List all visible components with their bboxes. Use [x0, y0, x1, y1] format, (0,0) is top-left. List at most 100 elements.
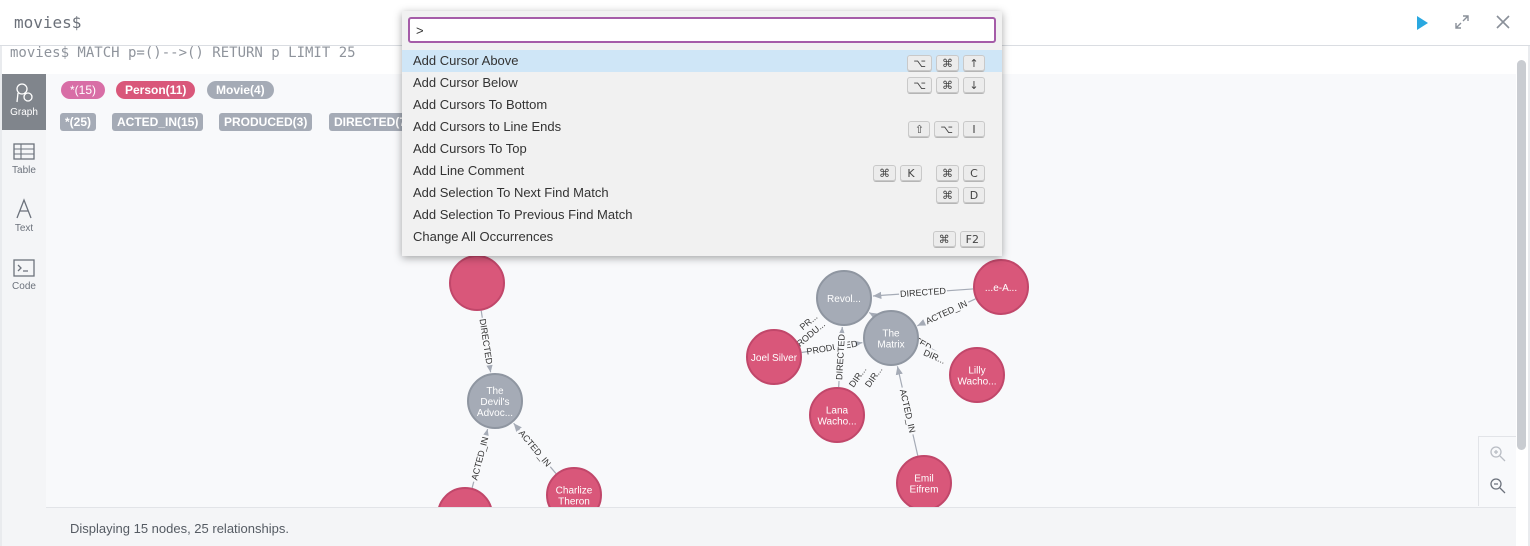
expand-icon[interactable]: [1454, 14, 1470, 30]
rel-tag-acted-in[interactable]: ACTED_IN(15): [112, 113, 204, 131]
shortcut-key: K: [900, 165, 922, 182]
graph-node-person[interactable]: Al Pacino: [438, 487, 492, 507]
command-label: Add Selection To Previous Find Match: [413, 207, 633, 222]
graph-node-person[interactable]: CharlizeTheron: [546, 467, 602, 507]
node-caption: Lilly: [968, 366, 985, 377]
shortcut-key: I: [963, 121, 985, 138]
shortcut-key: ⌘: [936, 187, 959, 204]
label-pill-person[interactable]: Person(11): [116, 81, 196, 99]
status-bar: Displaying 15 nodes, 25 relationships.: [46, 507, 1516, 546]
command-palette-item[interactable]: Add Line Comment ⌘ K ⌘ C: [402, 160, 1002, 182]
command-label: Add Selection To Next Find Match: [413, 185, 609, 200]
code-icon: [13, 259, 35, 277]
view-code[interactable]: Code: [2, 250, 46, 306]
graph-node-movie[interactable]: Revol...: [816, 270, 872, 326]
command-palette-item[interactable]: Add Cursors To Bottom: [402, 94, 1002, 116]
relationship-label: ACTED_IN: [517, 428, 553, 469]
graph-node-person[interactable]: EmilEifrem: [896, 455, 952, 507]
relationship-edge[interactable]: ACTED_IN: [467, 428, 492, 489]
rel-tag-produced[interactable]: PRODUCED(3): [219, 113, 313, 131]
graph-node-person[interactable]: LillyWacho...: [949, 347, 1005, 403]
node-circle[interactable]: [449, 255, 505, 311]
graph-node-person[interactable]: LanaWacho...: [809, 387, 865, 443]
keyboard-shortcut: ⇧ ⌥ I: [904, 118, 985, 138]
relationship-edge[interactable]: DIRECTED: [476, 310, 496, 373]
command-label: Add Line Comment: [413, 163, 525, 178]
zoom-in-icon[interactable]: [1489, 445, 1507, 463]
command-palette-item[interactable]: Add Selection To Previous Find Match: [402, 204, 1002, 226]
shortcut-key: ⌥: [934, 121, 959, 138]
play-icon[interactable]: [1414, 15, 1430, 31]
view-table[interactable]: Table: [2, 134, 46, 190]
editor-prompt[interactable]: movies$: [14, 13, 81, 32]
zoom-out-icon[interactable]: [1489, 477, 1507, 495]
shortcut-key: F2: [959, 231, 985, 248]
command-palette-item[interactable]: Add Cursors to Line Ends ⇧ ⌥ I: [402, 116, 1002, 138]
graph-node-person[interactable]: Joel Silver: [746, 329, 802, 385]
command-palette-item[interactable]: Add Selection To Next Find Match ⌘ D: [402, 182, 1002, 204]
graph-node-person[interactable]: ...e-A...: [973, 259, 1029, 315]
node-caption: Advoc...: [477, 408, 513, 419]
shortcut-key: ⌘: [873, 165, 896, 182]
command-label: Add Cursor Above: [413, 53, 519, 68]
frame-scrollbar[interactable]: [1517, 60, 1526, 450]
command-label: Add Cursors To Top: [413, 141, 527, 156]
relationship-edge[interactable]: DIRECTED: [872, 284, 974, 301]
relationship-label: ACTED_IN: [924, 298, 969, 326]
command-palette-item[interactable]: Change All Occurrences ⌘ F2: [402, 226, 1002, 248]
keyboard-shortcut: ⌥ ⌘ ↓: [903, 74, 985, 94]
text-icon: [16, 198, 32, 219]
node-caption: Lana: [826, 406, 849, 417]
graph-node-movie[interactable]: TheDevil'sAdvoc...: [467, 373, 523, 429]
command-palette-item[interactable]: Add Cursors To Top: [402, 138, 1002, 160]
command-palette: Add Cursor Above⌥⌘↑Add Cursor Below⌥⌘↓Ad…: [402, 11, 1002, 256]
view-switcher: Graph Table Text Code: [2, 74, 46, 546]
relationship-label: ACTED_IN: [469, 436, 490, 482]
node-caption: The: [882, 329, 900, 340]
shortcut-key: ↑: [963, 55, 985, 72]
relationship-edge[interactable]: ACTED_IN: [895, 366, 919, 456]
relationship-edge[interactable]: ACTED_IN: [513, 422, 557, 474]
label-pill-movie[interactable]: Movie(4): [207, 81, 274, 99]
shortcut-key: D: [963, 187, 985, 204]
node-caption: The: [486, 386, 504, 397]
command-palette-input[interactable]: [408, 17, 996, 43]
command-palette-item[interactable]: Add Cursor Above ⌥ ⌘ ↑: [402, 50, 1002, 72]
view-text[interactable]: Text: [2, 190, 46, 246]
node-circle[interactable]: [438, 487, 492, 507]
shortcut-key: ⌘: [936, 55, 959, 72]
command-palette-item[interactable]: Add Cursor Below ⌥ ⌘ ↓: [402, 72, 1002, 94]
shortcut-key: ⌥: [907, 55, 932, 72]
keyboard-shortcut: ⌘ D: [932, 184, 985, 204]
shortcut-key: ⌘: [936, 165, 959, 182]
node-caption: Joel Silver: [751, 353, 798, 364]
keyboard-shortcut: ⌘ K ⌘ C: [869, 162, 985, 182]
view-graph-label: Graph: [10, 107, 38, 118]
command-label: Change All Occurrences: [413, 229, 554, 244]
table-icon: [13, 143, 35, 160]
shortcut-key: ⌘: [932, 231, 956, 248]
relationship-edge[interactable]: ACTED_IN: [917, 296, 976, 328]
node-caption: Revol...: [827, 294, 861, 305]
graph-node-person[interactable]: [449, 255, 505, 311]
node-caption: Wacho...: [957, 377, 996, 388]
relationship-edge[interactable]: DIRECTED: [833, 326, 848, 388]
node-caption: Eifrem: [910, 485, 939, 496]
node-caption: Matrix: [877, 340, 904, 351]
shortcut-key: ⇧: [908, 121, 931, 138]
command-palette-list: Add Cursor Above ⌥ ⌘ ↑ Add Cursor Below ⌥ ⌘ ↓ Ad…: [402, 50, 1002, 248]
node-caption: Devil's: [480, 397, 509, 408]
rel-tag-all[interactable]: *(25): [60, 113, 97, 131]
close-icon[interactable]: [1495, 14, 1511, 30]
command-label: Add Cursor Below: [413, 75, 518, 90]
node-caption: Emil: [914, 474, 933, 485]
node-caption: ...e-A...: [985, 283, 1017, 294]
graph-node-movie[interactable]: TheMatrix: [863, 310, 919, 366]
frame-query-text[interactable]: movies$ MATCH p=()-->() RETURN p LIMIT 2…: [10, 46, 356, 64]
shortcut-key: C: [963, 165, 985, 182]
node-caption: Charlize: [556, 486, 593, 497]
keyboard-shortcut: ⌘ F2: [929, 228, 985, 248]
label-pill-all[interactable]: *(15): [61, 81, 106, 99]
shortcut-key: ⌥: [907, 77, 932, 94]
view-graph[interactable]: Graph: [2, 74, 46, 130]
